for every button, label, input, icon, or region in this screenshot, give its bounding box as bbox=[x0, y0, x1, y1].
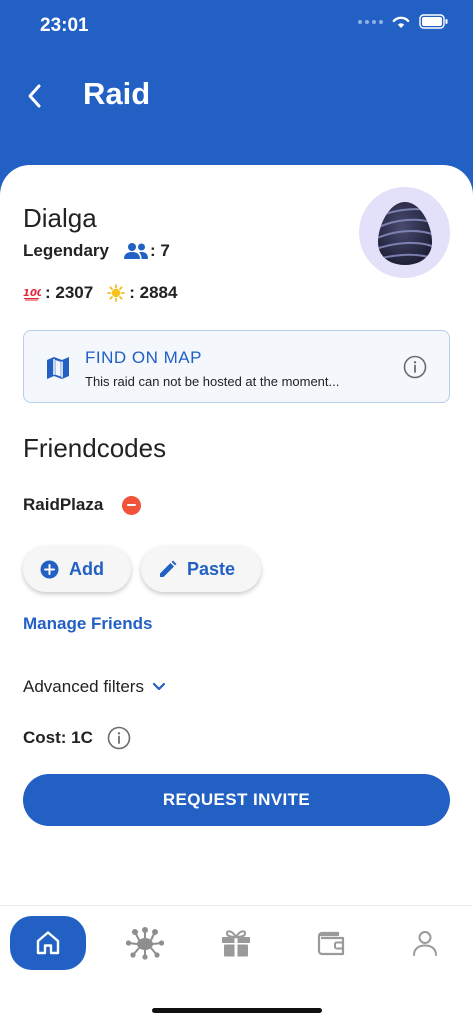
friendcode-name: RaidPlaza bbox=[23, 495, 104, 514]
status-icons bbox=[358, 14, 449, 29]
pokemon-name: Dialga bbox=[23, 203, 97, 233]
battery-icon bbox=[419, 14, 448, 29]
remove-friendcode-button[interactable] bbox=[122, 495, 142, 515]
wallet-icon bbox=[317, 931, 345, 956]
gift-icon bbox=[222, 930, 250, 957]
wifi-icon bbox=[392, 16, 410, 28]
tab-profile[interactable] bbox=[387, 916, 463, 970]
friendcodes-title: Friendcodes bbox=[23, 433, 167, 463]
hundred-icon: 100 bbox=[23, 284, 41, 302]
pencil-icon bbox=[160, 560, 177, 577]
chevron-left-icon bbox=[28, 84, 41, 108]
bottom-tab-bar bbox=[0, 905, 473, 1024]
cost-row: Cost: 1C bbox=[23, 726, 131, 750]
page-title: Raid bbox=[83, 76, 151, 111]
find-on-map-card[interactable]: FIND ON MAP This raid can not be hosted … bbox=[23, 330, 450, 403]
tab-raid-bosses[interactable] bbox=[107, 916, 183, 970]
tier-row: Legendary : 7 bbox=[23, 241, 170, 261]
raid-egg-icon bbox=[377, 201, 432, 265]
manage-friends-link[interactable]: Manage Friends bbox=[23, 614, 152, 634]
cost-info-icon[interactable] bbox=[107, 726, 131, 750]
back-button[interactable] bbox=[18, 78, 50, 114]
players-count: : 7 bbox=[149, 241, 170, 260]
add-friendcode-button[interactable]: Add bbox=[23, 546, 131, 592]
find-on-map-title: FIND ON MAP bbox=[85, 348, 202, 367]
chevron-down-icon bbox=[152, 682, 166, 691]
raid-tier: Legendary bbox=[23, 241, 109, 260]
map-icon bbox=[47, 357, 69, 379]
raid-boss-icon bbox=[125, 927, 165, 960]
add-label: Add bbox=[69, 558, 104, 579]
players-icon bbox=[123, 242, 149, 260]
paste-friendcode-button[interactable]: Paste bbox=[141, 546, 261, 592]
profile-icon bbox=[413, 931, 437, 956]
cost-label: Cost: 1C bbox=[23, 728, 93, 747]
find-on-map-subtitle: This raid can not be hosted at the momen… bbox=[85, 374, 340, 389]
tab-home[interactable] bbox=[10, 916, 86, 970]
info-icon[interactable] bbox=[403, 355, 427, 379]
home-indicator bbox=[152, 1008, 322, 1013]
raid-egg-avatar bbox=[359, 187, 450, 278]
friendcode-item: RaidPlaza bbox=[23, 495, 142, 515]
tab-wallet[interactable] bbox=[293, 916, 369, 970]
status-time: 23:01 bbox=[40, 15, 89, 36]
paste-label: Paste bbox=[187, 558, 236, 579]
signal-icon bbox=[358, 19, 383, 24]
request-invite-button[interactable]: REQUEST INVITE bbox=[23, 774, 450, 826]
hundo-cp: : 2307 bbox=[45, 283, 94, 302]
raid-detail-sheet: Dialga Legendary : 7 100 : 2307 bbox=[0, 165, 473, 905]
home-icon bbox=[36, 931, 60, 955]
tab-gifts[interactable] bbox=[198, 916, 274, 970]
cp-row: 100 : 2307 : 2884 bbox=[23, 283, 177, 303]
advanced-filters-toggle[interactable]: Advanced filters bbox=[23, 677, 166, 697]
plus-circle-icon bbox=[40, 560, 59, 578]
svg-text:100: 100 bbox=[23, 288, 41, 299]
advanced-filters-label: Advanced filters bbox=[23, 677, 144, 696]
weather-boosted-cp: : 2884 bbox=[129, 283, 178, 302]
sun-icon bbox=[107, 284, 126, 302]
